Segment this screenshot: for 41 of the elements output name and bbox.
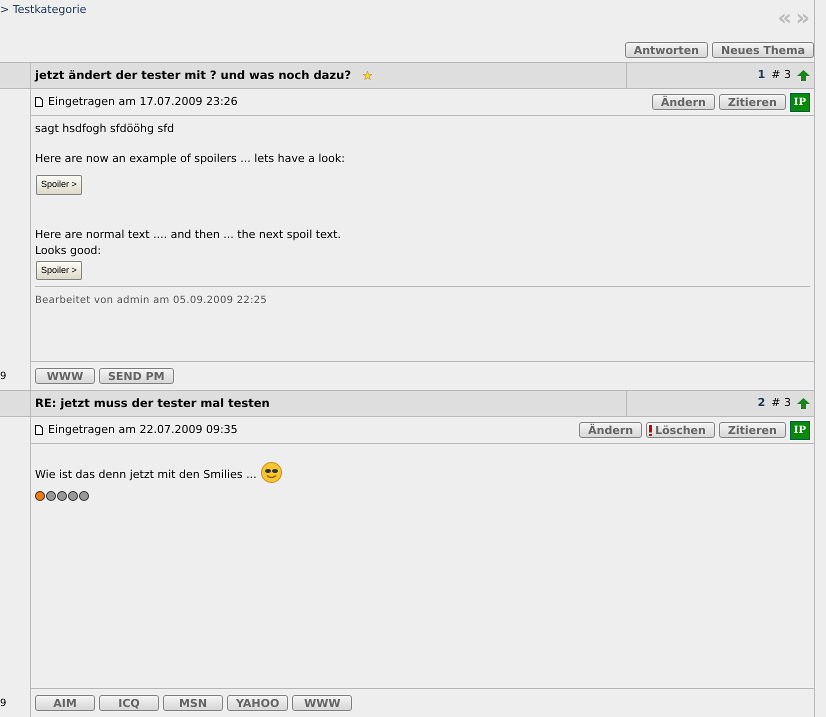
sunglasses-smiley-icon bbox=[260, 462, 282, 483]
post-title: jetzt ändert der tester mit ? und was noch dazu? bbox=[35, 66, 351, 84]
up-arrow-icon[interactable] bbox=[797, 398, 810, 409]
contact-button[interactable]: WWW bbox=[35, 368, 95, 384]
contact-button[interactable]: SEND PM bbox=[99, 368, 174, 384]
post-count: # 3 bbox=[771, 395, 791, 412]
post-number: 1 bbox=[758, 67, 766, 84]
author-info-text: 9 bbox=[0, 370, 6, 384]
quote-button[interactable]: Zitieren bbox=[718, 94, 786, 110]
spoiler-button[interactable]: Spoiler > bbox=[36, 175, 82, 194]
breadcrumb-link[interactable]: > Testkategorie bbox=[0, 3, 86, 16]
action-button[interactable]: Neues Thema bbox=[712, 42, 814, 58]
quote-button[interactable]: Zitieren bbox=[718, 422, 786, 438]
exclamation-icon bbox=[649, 424, 652, 436]
ip-badge[interactable]: IP bbox=[790, 92, 810, 112]
spoiler-button[interactable]: Spoiler > bbox=[36, 260, 82, 280]
post-text: sagt hsdfogh sfdööhg sfd bbox=[35, 121, 176, 137]
document-icon bbox=[35, 97, 43, 107]
post-count: # 3 bbox=[771, 67, 791, 84]
post-date: Eingetragen am 17.07.2009 23:26 bbox=[48, 94, 238, 110]
document-icon bbox=[35, 425, 43, 435]
edit-button[interactable]: Ändern bbox=[579, 422, 642, 438]
post-text: Here are now an example of spoilers ... lets have a look: bbox=[35, 150, 346, 166]
post-text: Here are normal text .... and then ... the next spoil text. bbox=[35, 226, 342, 242]
contact-button[interactable]: AIM bbox=[35, 695, 95, 711]
edit-button[interactable]: Ändern bbox=[652, 94, 715, 110]
contact-button[interactable]: WWW bbox=[292, 695, 352, 711]
post-text: Wie ist das denn jetzt mit den Smilies ... bbox=[35, 466, 257, 482]
author-info-text: 9 bbox=[0, 697, 6, 711]
post-title: RE: jetzt muss der tester mal testen bbox=[35, 394, 270, 412]
post-number: 2 bbox=[758, 395, 766, 412]
edit-note: Bearbeitet von admin am 05.09.2009 22:25 bbox=[35, 286, 810, 308]
post-date: Eingetragen am 22.07.2009 09:35 bbox=[48, 422, 238, 438]
delete-button[interactable]: Löschen bbox=[646, 422, 715, 438]
post-text: Looks good: bbox=[35, 243, 102, 259]
action-button[interactable]: Antworten bbox=[624, 42, 708, 58]
contact-button[interactable]: MSN bbox=[163, 695, 223, 711]
ip-badge[interactable]: IP bbox=[790, 420, 810, 440]
contact-button[interactable]: YAHOO bbox=[227, 695, 288, 711]
up-arrow-icon[interactable] bbox=[797, 70, 810, 81]
contact-button[interactable]: ICQ bbox=[99, 695, 159, 711]
